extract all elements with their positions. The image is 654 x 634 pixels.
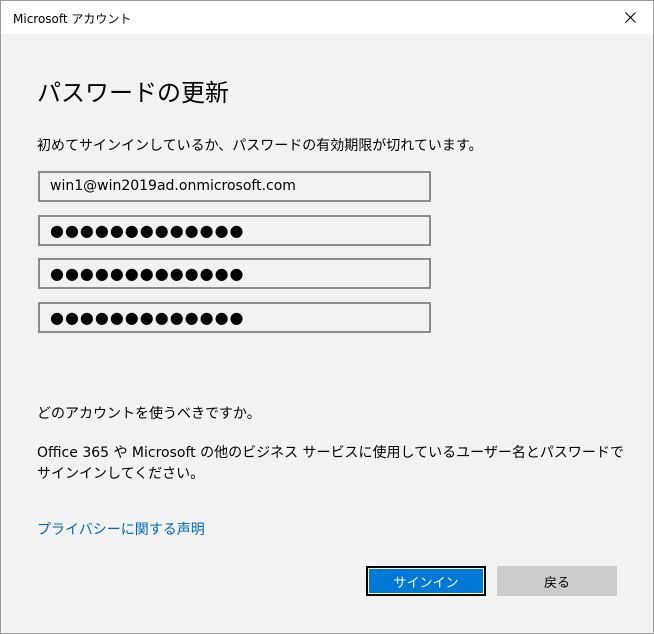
page-title: パスワードの更新 [37, 79, 229, 107]
close-button[interactable] [607, 1, 653, 34]
dialog-window: Microsoft アカウント パスワードの更新 初めてサインインしているか、パ… [0, 0, 654, 634]
account-info-text: Office 365 や Microsoft の他のビジネス サービスに使用して… [37, 445, 624, 482]
new-password-field[interactable]: ●●●●●●●●●●●●● [38, 258, 431, 289]
signin-button[interactable]: サインイン [366, 566, 486, 596]
privacy-statement-link[interactable]: プライバシーに関する声明 [37, 519, 205, 539]
email-field[interactable]: win1@win2019ad.onmicrosoft.com [38, 171, 431, 202]
title-bar: Microsoft アカウント [1, 1, 653, 34]
confirm-password-field[interactable]: ●●●●●●●●●●●●● [38, 302, 431, 333]
close-icon [624, 12, 636, 23]
window-title: Microsoft アカウント [13, 12, 132, 26]
current-password-field[interactable]: ●●●●●●●●●●●●● [38, 215, 431, 246]
description-text: 初めてサインインしているか、パスワードの有効期限が切れています。 [37, 138, 483, 154]
which-account-question: どのアカウントを使うべきですか。 [37, 406, 261, 422]
back-button[interactable]: 戻る [497, 566, 617, 596]
